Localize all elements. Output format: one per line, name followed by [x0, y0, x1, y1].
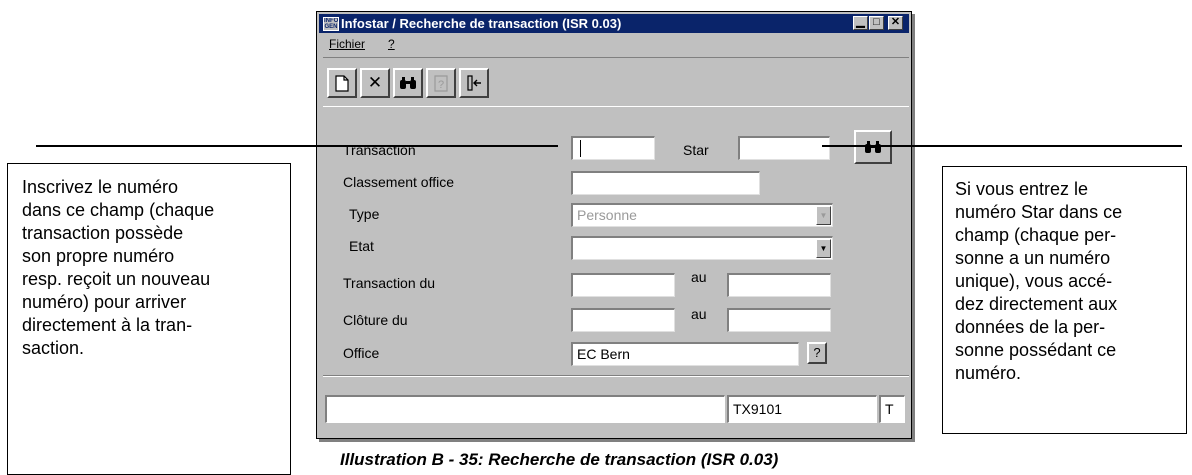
delete-button[interactable]: ✕	[360, 68, 390, 98]
etat-label: Etat	[349, 238, 374, 254]
cloture-du-label: Clôture du	[343, 312, 408, 328]
close-icon: ✕	[890, 16, 901, 28]
new-document-icon	[335, 74, 349, 92]
callout-right-line: sonne a un numéro	[955, 248, 1111, 268]
pointer-line-transaction	[36, 145, 558, 147]
cloture-from-input[interactable]	[571, 308, 675, 332]
delete-x-icon: ✕	[367, 73, 383, 92]
callout-left-line: resp. reçoit un nouveau	[22, 269, 211, 289]
type-select[interactable]: Personne ▼	[571, 203, 833, 227]
star-input[interactable]	[738, 136, 830, 160]
maximize-icon: □	[873, 16, 880, 28]
title-bar[interactable]: INFO GEN Infostar / Recherche de transac…	[319, 14, 909, 33]
callout-left-line: Inscrivez le numéro	[22, 177, 179, 197]
separator	[323, 375, 909, 377]
menu-fichier[interactable]: Fichier	[329, 37, 365, 51]
status-code: TX9101	[727, 395, 877, 423]
transaction-from-input[interactable]	[571, 273, 675, 297]
menu-bar: Fichier ?	[319, 34, 909, 54]
status-mode: T	[879, 395, 905, 423]
callout-right-line: champ (chaque per-	[955, 225, 1117, 245]
callout-left-line: dans ce champ (chaque	[22, 200, 215, 220]
callout-left-line: saction.	[22, 338, 85, 358]
classement-label: Classement office	[343, 174, 455, 190]
etat-select[interactable]: ▼	[571, 236, 833, 260]
callout-right-line: sonne possédant ce	[955, 340, 1117, 360]
search-button[interactable]	[393, 68, 423, 98]
callout-left: Inscrivez le numéro dans ce champ (chaqu…	[7, 163, 291, 475]
callout-left-line: transaction possède	[22, 223, 184, 243]
transaction-to-label: au	[691, 269, 707, 285]
minimize-icon: ▁	[856, 16, 865, 28]
figure-caption: Illustration B - 35: Recherche de transa…	[340, 450, 779, 469]
callout-right-line: Si vous entrez le	[955, 179, 1089, 199]
chevron-down-icon[interactable]: ▼	[816, 206, 831, 225]
help-page-icon: ?	[434, 74, 448, 92]
status-message	[325, 395, 725, 423]
callout-right: Si vous entrez le numéro Star dans ce ch…	[942, 166, 1187, 434]
callout-right-line: unique), vous accé-	[955, 271, 1113, 291]
transaction-search-window: INFO GEN Infostar / Recherche de transac…	[316, 11, 912, 439]
callout-right-line: numéro Star dans ce	[955, 202, 1123, 222]
type-label: Type	[349, 206, 380, 222]
cloture-to-label: au	[691, 306, 707, 322]
exit-button[interactable]	[459, 68, 489, 98]
exit-door-icon	[467, 75, 481, 91]
toolbar: ✕ ?	[323, 57, 909, 107]
transaction-du-label: Transaction du	[343, 275, 436, 291]
maximize-button[interactable]: □	[869, 16, 884, 30]
callout-left-line: son propre numéro	[22, 246, 175, 266]
binoculars-icon	[865, 141, 881, 153]
help-button[interactable]: ?	[426, 68, 456, 98]
office-input[interactable]: EC Bern	[571, 342, 799, 366]
binoculars-icon	[400, 77, 416, 89]
transaction-input[interactable]	[571, 136, 655, 160]
callout-right-line: numéro.	[955, 363, 1022, 383]
classement-input[interactable]	[571, 171, 760, 195]
callout-right-line: données de la per-	[955, 317, 1106, 337]
star-search-button[interactable]	[854, 130, 892, 164]
office-label: Office	[343, 345, 380, 361]
office-lookup-button[interactable]: ?	[807, 342, 827, 364]
callout-left-line: directement à la tran-	[22, 315, 193, 335]
infostar-app-icon[interactable]: INFO GEN	[323, 17, 339, 31]
window-title: Infostar / Recherche de transaction (ISR…	[341, 16, 622, 31]
svg-text:?: ?	[438, 79, 444, 91]
pointer-line-star	[822, 145, 1182, 147]
menu-help[interactable]: ?	[388, 37, 395, 51]
minimize-button[interactable]: ▁	[853, 16, 868, 30]
text-cursor	[580, 140, 581, 157]
callout-left-line: numéro) pour arriver	[22, 292, 187, 312]
callout-right-line: dez directement aux	[955, 294, 1118, 314]
star-label: Star	[683, 142, 709, 158]
chevron-down-icon[interactable]: ▼	[816, 239, 831, 258]
cloture-to-input[interactable]	[727, 308, 831, 332]
close-button[interactable]: ✕	[888, 16, 903, 30]
new-button[interactable]	[327, 68, 357, 98]
transaction-to-input[interactable]	[727, 273, 831, 297]
